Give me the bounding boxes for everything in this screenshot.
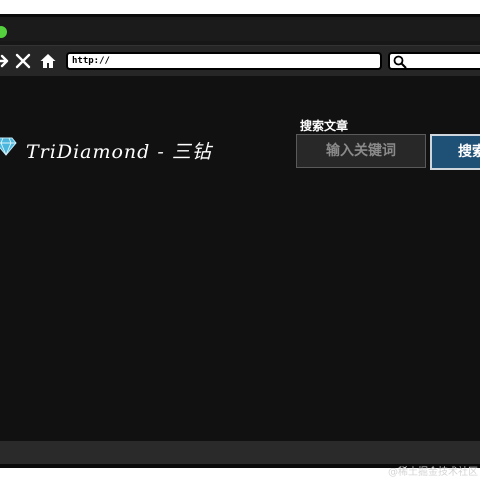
maximize-traffic-light[interactable] <box>0 26 7 38</box>
close-icon[interactable] <box>14 52 32 70</box>
magnifier-icon <box>393 55 407 69</box>
diamond-logo-icon[interactable] <box>0 134 18 158</box>
status-bar <box>0 441 480 464</box>
browser-search-field[interactable] <box>388 52 480 70</box>
browser-window: http:// TriDiamond - 三钻 搜索文章 输入关键词 搜索 <box>0 14 480 468</box>
forward-arrow-icon[interactable] <box>0 52 12 70</box>
watermark: @稀土掘金技术社区 <box>388 467 478 478</box>
page-content: TriDiamond - 三钻 搜索文章 输入关键词 搜索 <box>0 77 480 441</box>
site-title[interactable]: TriDiamond - 三钻 <box>26 137 212 164</box>
search-section-label: 搜索文章 <box>300 119 349 133</box>
browser-toolbar: http:// <box>0 45 480 77</box>
home-icon[interactable] <box>39 52 57 70</box>
search-button[interactable]: 搜索 <box>430 134 480 170</box>
title-bar <box>0 17 480 41</box>
address-bar[interactable]: http:// <box>66 52 382 70</box>
article-search-input[interactable]: 输入关键词 <box>296 134 426 168</box>
